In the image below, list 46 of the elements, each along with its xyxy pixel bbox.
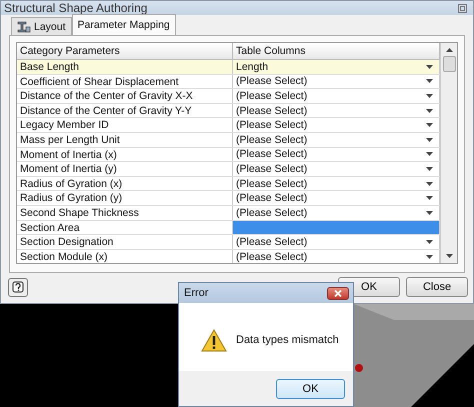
error-message: Data types mismatch <box>236 334 339 346</box>
warning-icon <box>201 328 227 352</box>
dropdown-arrow-icon <box>426 240 433 244</box>
dropdown-arrow-icon <box>426 108 433 113</box>
table-cell: Base Length <box>17 60 233 74</box>
column-header[interactable]: Category Parameters <box>17 43 233 59</box>
scroll-down-icon[interactable] <box>446 254 452 258</box>
table-cell: Moment of Inertia (y) <box>17 162 233 176</box>
scroll-thumb[interactable] <box>442 56 456 72</box>
window-title: Structural Shape Authoring <box>4 1 148 15</box>
scrollbar[interactable] <box>440 43 457 263</box>
dropdown-arrow-icon <box>426 79 433 84</box>
help-button[interactable] <box>8 278 28 296</box>
dropdown-arrow-icon <box>426 182 433 186</box>
table-cell: Section Designation <box>17 235 233 249</box>
dialog-button[interactable]: Close <box>406 277 468 297</box>
dropdown-arrow-icon <box>426 166 433 171</box>
close-button[interactable] <box>327 286 349 300</box>
dropdown-cell[interactable] <box>233 220 440 234</box>
scroll-up-icon[interactable] <box>446 48 452 52</box>
table-cell: Legacy Member ID <box>17 118 233 132</box>
table-cell: Radius of Gyration (x) <box>17 176 233 190</box>
tab[interactable]: Parameter Mapping <box>72 14 176 35</box>
table-cell: Coefficient of Shear Displacement <box>17 74 233 88</box>
dropdown-arrow-icon <box>426 210 433 215</box>
tab[interactable]: Layout <box>11 17 72 35</box>
dropdown-arrow-icon <box>426 196 433 200</box>
table-cell: Distance of the Center of Gravity Y-Y <box>17 104 233 118</box>
table-cell: Section Module (x) <box>17 250 233 263</box>
close-icon <box>334 290 342 296</box>
table-cell: Second Shape Thickness <box>17 206 233 220</box>
table-cell: Distance of the Center of Gravity X-X <box>17 89 233 103</box>
beam-icon <box>17 20 31 32</box>
dropdown-arrow-icon <box>426 64 433 69</box>
dropdown-arrow-icon <box>426 254 433 259</box>
ok-button[interactable]: OK <box>276 378 345 398</box>
table-cell: Moment of Inertia (x) <box>17 148 233 162</box>
dropdown-arrow-icon <box>426 94 433 98</box>
dropdown-arrow-icon <box>426 138 433 142</box>
dropdown-arrow-icon <box>426 123 433 128</box>
dialog-title: Error <box>184 287 208 299</box>
dropdown-arrow-icon <box>426 152 433 156</box>
table-cell: Radius of Gyration (y) <box>17 191 233 205</box>
table-cell: Mass per Length Unit <box>17 132 233 147</box>
restore-icon[interactable] <box>458 4 467 12</box>
help-icon <box>12 280 24 294</box>
